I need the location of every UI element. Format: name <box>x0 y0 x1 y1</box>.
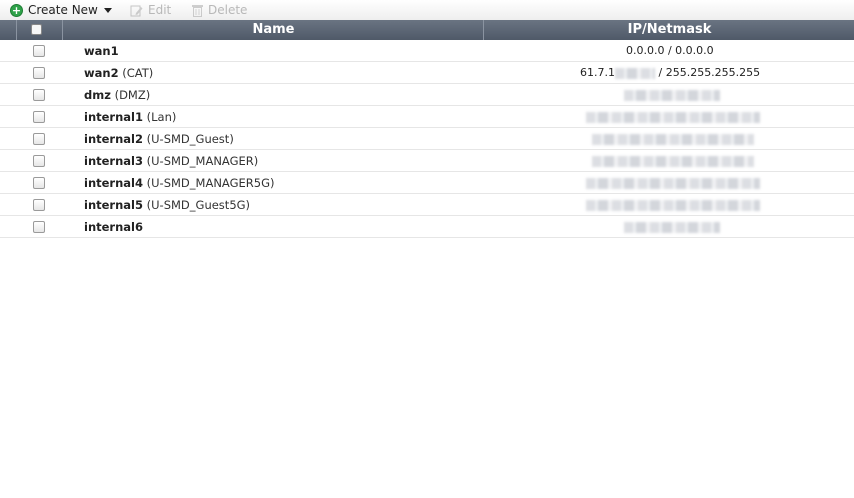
interface-table: Name IP/Netmask wan1 0.0.0.0 / 0.0.0.0 w… <box>0 20 854 238</box>
select-all-checkbox[interactable] <box>31 24 42 35</box>
ip-netmask-cell <box>592 150 754 171</box>
redacted-text <box>586 111 760 123</box>
header-spacer <box>0 20 16 40</box>
interface-name: internal1 <box>84 110 143 124</box>
interface-alias: (U-SMD_MANAGER5G) <box>146 176 275 190</box>
ip-netmask-cell: 61.7.1 / 255.255.255.255 <box>580 62 760 83</box>
pencil-icon <box>130 5 143 16</box>
interface-name-cell: dmz (DMZ) <box>84 84 150 105</box>
redacted-text <box>586 177 760 189</box>
toolbar: + Create New Edit Delete <box>0 0 854 20</box>
interface-name-cell: internal6 <box>84 216 143 237</box>
row-checkbox[interactable] <box>33 45 45 57</box>
table-row[interactable]: internal3 (U-SMD_MANAGER) <box>0 150 854 172</box>
table-row[interactable]: internal4 (U-SMD_MANAGER5G) <box>0 172 854 194</box>
redacted-text <box>624 89 720 101</box>
redacted-text <box>624 221 720 233</box>
delete-button[interactable]: Delete <box>192 2 247 18</box>
interface-alias: (DMZ) <box>114 88 151 102</box>
interface-name: dmz <box>84 88 111 102</box>
interface-alias: (CAT) <box>122 66 154 80</box>
table-row[interactable]: internal5 (U-SMD_Guest5G) <box>0 194 854 216</box>
interface-name: wan1 <box>84 44 119 58</box>
header-ip-netmask[interactable]: IP/Netmask <box>483 20 854 40</box>
header-select-column <box>16 20 63 40</box>
row-checkbox[interactable] <box>33 67 45 79</box>
plus-circle-icon: + <box>10 3 23 17</box>
interface-name-cell: internal2 (U-SMD_Guest) <box>84 128 234 149</box>
interface-name-cell: internal5 (U-SMD_Guest5G) <box>84 194 250 215</box>
table-row[interactable]: dmz (DMZ) <box>0 84 854 106</box>
interface-name-cell: wan1 <box>84 40 119 61</box>
row-checkbox[interactable] <box>33 89 45 101</box>
ip-netmask-cell <box>592 128 754 149</box>
create-new-label: Create New <box>28 3 98 17</box>
table-row[interactable]: wan2 (CAT) 61.7.1 / 255.255.255.255 <box>0 62 854 84</box>
row-checkbox[interactable] <box>33 199 45 211</box>
ip-netmask-cell <box>586 106 760 127</box>
netmask: / 255.255.255.255 <box>655 66 761 79</box>
interface-name: internal2 <box>84 132 143 146</box>
interface-name-cell: wan2 (CAT) <box>84 62 153 83</box>
interface-name-cell: internal3 (U-SMD_MANAGER) <box>84 150 258 171</box>
ip-netmask-cell <box>624 84 720 105</box>
ip-netmask-cell <box>586 194 760 215</box>
table-row[interactable]: wan1 0.0.0.0 / 0.0.0.0 <box>0 40 854 62</box>
table-row[interactable]: internal1 (Lan) <box>0 106 854 128</box>
ip-netmask-cell <box>586 172 760 193</box>
ip-netmask-cell <box>624 216 720 237</box>
edit-label: Edit <box>148 3 172 17</box>
table-header: Name IP/Netmask <box>0 20 854 40</box>
interface-name-cell: internal1 (Lan) <box>84 106 176 127</box>
interface-alias: (Lan) <box>146 110 177 124</box>
redacted-text <box>615 67 655 79</box>
edit-button[interactable]: Edit <box>130 2 171 18</box>
delete-label: Delete <box>208 3 248 17</box>
redacted-text <box>586 199 760 211</box>
redacted-text <box>592 155 754 167</box>
table-row[interactable]: internal2 (U-SMD_Guest) <box>0 128 854 150</box>
header-name[interactable]: Name <box>62 20 484 40</box>
row-checkbox[interactable] <box>33 155 45 167</box>
interface-name: wan2 <box>84 66 119 80</box>
ip-prefix: 61.7.1 <box>580 66 615 79</box>
ip-netmask-cell: 0.0.0.0 / 0.0.0.0 <box>626 44 714 57</box>
trash-icon <box>192 4 203 17</box>
interface-name: internal3 <box>84 154 143 168</box>
row-checkbox[interactable] <box>33 111 45 123</box>
caret-down-icon[interactable] <box>103 7 112 13</box>
table-row[interactable]: internal6 <box>0 216 854 238</box>
interface-alias: (U-SMD_MANAGER) <box>146 154 259 168</box>
interface-alias: (U-SMD_Guest5G) <box>146 198 251 212</box>
create-new-button[interactable]: + Create New <box>10 2 112 18</box>
redacted-text <box>592 133 754 145</box>
interface-name: internal5 <box>84 198 143 212</box>
interface-alias: (U-SMD_Guest) <box>146 132 234 146</box>
row-checkbox[interactable] <box>33 221 45 233</box>
interface-name-cell: internal4 (U-SMD_MANAGER5G) <box>84 172 274 193</box>
row-checkbox[interactable] <box>33 177 45 189</box>
interface-name: internal4 <box>84 176 143 190</box>
interface-name: internal6 <box>84 220 143 234</box>
row-checkbox[interactable] <box>33 133 45 145</box>
